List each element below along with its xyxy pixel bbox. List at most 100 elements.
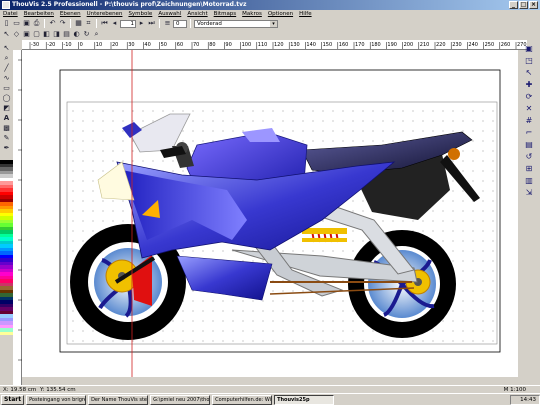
taskbar-item[interactable]: Der Name ThouVis steht ... [88,394,149,405]
ruler-label: -10 [63,42,71,48]
export-icon[interactable]: ⇲ [523,188,535,198]
menu-ebenen[interactable]: Ebenen [60,10,81,18]
arrange-icon[interactable]: ▣ [523,44,535,54]
hash-icon[interactable]: # [523,116,535,126]
redo-icon[interactable]: ↷ [58,19,67,28]
align-icon[interactable]: ▤ [62,30,71,39]
ruler-label: 60 [177,42,183,48]
taskbar-item[interactable]: Computerhilfen.de: Wind... [212,394,273,405]
menu-auswahl[interactable]: Auswahl [158,10,181,18]
front-icon[interactable]: ◧ [42,30,51,39]
hierarchy-icon[interactable]: ⊞ [523,164,535,174]
ruler-label: 140 [306,42,316,48]
snap-icon[interactable]: ⌗ [84,19,93,28]
link-icon[interactable]: ⟳ [523,92,535,102]
text-icon[interactable]: A [2,114,12,123]
ungroup-icon[interactable]: ▢ [32,30,41,39]
crop-icon[interactable]: ⌐ [523,128,535,138]
menu-bitmaps[interactable]: Bitmaps [214,10,237,18]
taskbar-item[interactable]: G:\pmiel neu 2007\thouvis [150,394,211,405]
last-page-icon[interactable]: ⏭ [147,19,156,28]
close-button[interactable]: × [529,1,538,9]
color-palette [0,160,13,388]
line-width-value: 0 [176,20,180,27]
window-titlebar[interactable]: ThouVis 2.5 Professionell - P:\thouvis p… [0,0,540,10]
chart-icon[interactable]: ▥ [523,176,535,186]
ruler-label: 10 [96,42,102,48]
menu-ansicht[interactable]: Ansicht [187,10,207,18]
standard-toolbar: ▯ ▭ ▣ ⎙ ↶ ↷ ▦ ⌗ ⏮ ◂ 1 ▸ ⏭ ≡ 0 Vorderad ▾ [0,18,540,29]
menu-datei[interactable]: Datei [3,10,18,18]
menu-unterebenen[interactable]: Unterebenen [87,10,123,18]
rotate-icon[interactable]: ↻ [82,30,91,39]
menu-bar: Datei Bearbeiten Ebenen Unterebenen Symb… [0,10,540,18]
cut-icon[interactable]: ✕ [523,104,535,114]
taskbar-item-active[interactable]: Thouvis25p [274,394,335,405]
ruler-label: 50 [161,42,167,48]
table-icon[interactable]: ▤ [523,140,535,150]
grid-icon[interactable]: ▦ [74,19,83,28]
vertical-ruler[interactable] [13,50,22,386]
app-icon[interactable] [2,1,10,9]
menu-optionen[interactable]: Optionen [268,10,293,18]
layers-icon[interactable]: ◳ [523,56,535,66]
pen-icon[interactable]: ✒ [2,144,12,153]
back-icon[interactable]: ◨ [52,30,61,39]
zoom-icon[interactable]: ⌕ [92,30,101,39]
zoom-icon[interactable]: ⌕ [2,54,12,63]
horizontal-ruler[interactable]: -30 -20 -10 0 10 20 30 40 50 60 70 80 90 100 110 120 130… [22,40,527,50]
pointer-icon[interactable]: ↖ [2,30,11,39]
pointer-icon[interactable]: ↖ [523,68,535,78]
eyedropper-icon[interactable]: ✎ [2,134,12,143]
menu-bearbeiten[interactable]: Bearbeiten [24,10,54,18]
save-icon[interactable]: ▣ [22,19,31,28]
rectangle-icon[interactable]: ▭ [2,84,12,93]
maximize-button[interactable]: □ [519,1,528,9]
page-number-field[interactable]: 1 [120,19,136,28]
taskbar-item[interactable]: Posteingang von brigrei... [26,394,87,405]
ruler-label: 0 [80,42,83,48]
line-width-select[interactable]: 0 [173,19,187,28]
next-page-icon[interactable]: ▸ [137,19,146,28]
rotate-icon[interactable]: ↺ [523,152,535,162]
motorcycle-drawing[interactable] [22,50,518,377]
line-icon[interactable]: ╱ [2,64,12,73]
print-icon[interactable]: ⎙ [32,19,41,28]
first-page-icon[interactable]: ⏮ [100,19,109,28]
prev-page-icon[interactable]: ◂ [110,19,119,28]
layer-select-value: Vorderad [197,20,222,27]
ruler-label: -20 [47,42,55,48]
freehand-icon[interactable]: ∿ [2,74,12,83]
group-icon[interactable]: ▣ [22,30,31,39]
undo-icon[interactable]: ↶ [48,19,57,28]
drawing-canvas[interactable] [22,50,518,377]
window-title: ThouVis 2.5 Professionell - P:\thouvis p… [12,1,247,8]
bitmap-icon[interactable]: ▩ [2,124,12,133]
node-icon[interactable]: ◇ [12,30,21,39]
menu-makros[interactable]: Makros [242,10,262,18]
ruler-label: -30 [31,42,39,48]
ruler-label: 80 [209,42,215,48]
layer-select[interactable]: Vorderad ▾ [194,19,278,28]
toolbar-separator [190,19,191,28]
fill-icon[interactable]: ◩ [2,104,12,113]
menu-hilfe[interactable]: Hilfe [299,10,312,18]
new-icon[interactable]: ▯ [2,19,11,28]
ellipse-icon[interactable]: ◯ [2,94,12,103]
ruler-label: 190 [387,42,397,48]
minimize-button[interactable]: _ [509,1,518,9]
menu-symbole[interactable]: Symbole [128,10,152,18]
symbols-icon[interactable]: ✚ [523,80,535,90]
line-width-icon[interactable]: ≡ [163,19,172,28]
chevron-down-icon[interactable]: ▾ [270,20,277,27]
mirror-icon[interactable]: ◐ [72,30,81,39]
ruler-label: 90 [225,42,231,48]
ruler-label: 220 [436,42,446,48]
open-icon[interactable]: ▭ [12,19,21,28]
select-icon[interactable]: ↖ [2,44,12,53]
rear-wheel[interactable] [348,230,456,338]
start-button[interactable]: Start [1,394,25,405]
object-toolbar: ↖ ◇ ▣ ▢ ◧ ◨ ▤ ◐ ↻ ⌕ [0,29,540,40]
ruler-label: 160 [339,42,349,48]
color-swatch[interactable] [0,331,13,335]
